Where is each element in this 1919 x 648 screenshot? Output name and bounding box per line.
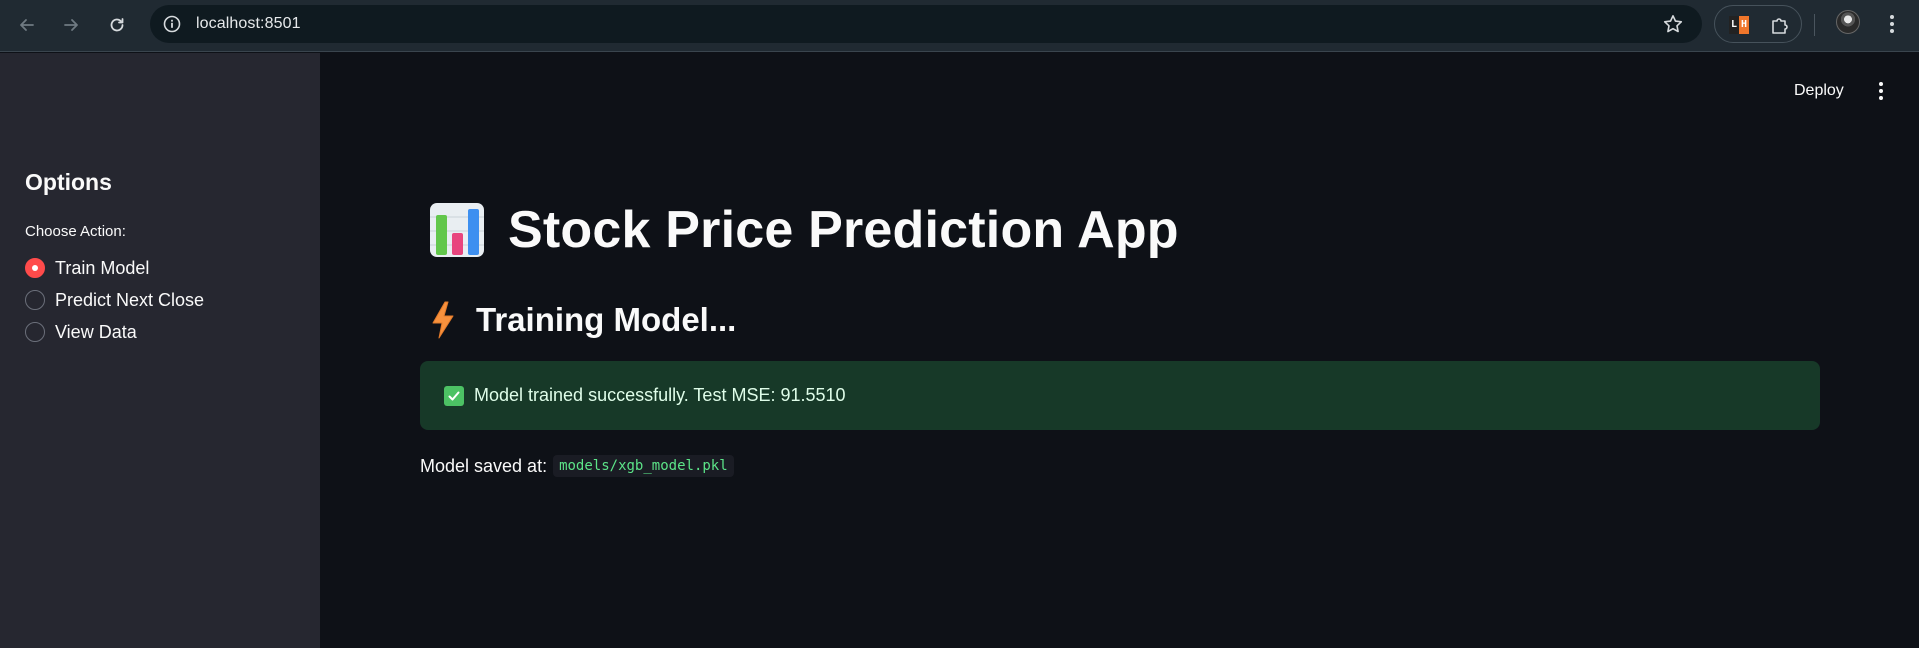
profile-avatar-icon[interactable] xyxy=(1836,10,1860,34)
lighthouse-glyph-l: L xyxy=(1729,16,1739,34)
saved-label: Model saved at: xyxy=(420,455,548,476)
radio-unchecked-icon[interactable] xyxy=(25,322,45,342)
model-saved-row: Model saved at: models/xgb_model.pkl xyxy=(420,453,734,479)
forward-arrow-icon xyxy=(64,19,78,31)
puzzle-icon[interactable] xyxy=(1769,14,1791,36)
page-title-row: Stock Price Prediction App xyxy=(428,198,1179,262)
radio-group-label: Choose Action: xyxy=(25,223,126,240)
radio-option-train-model[interactable]: Train Model xyxy=(25,256,149,280)
browser-menu-button[interactable] xyxy=(1882,12,1902,36)
bar-chart-icon xyxy=(430,203,484,257)
reload-button[interactable] xyxy=(102,10,132,40)
main-menu-button[interactable] xyxy=(1870,80,1892,102)
toolbar-divider xyxy=(1814,14,1815,36)
browser-toolbar: localhost:8501 L H xyxy=(0,0,1919,52)
success-message: Model trained successfully. Test MSE: 91… xyxy=(474,385,846,405)
extensions-group: L H xyxy=(1714,5,1802,43)
lighthouse-icon[interactable]: L H xyxy=(1729,16,1749,34)
deploy-button[interactable]: Deploy xyxy=(1784,78,1854,104)
lightning-icon xyxy=(432,301,454,339)
radio-option-label: View Data xyxy=(55,321,137,342)
page-title: Stock Price Prediction App xyxy=(508,201,1179,259)
address-bar[interactable]: localhost:8501 xyxy=(150,5,1702,43)
forward-button[interactable] xyxy=(56,10,86,40)
check-mark-icon xyxy=(444,385,464,406)
model-path-code: models/xgb_model.pkl xyxy=(553,455,734,477)
radio-unchecked-icon[interactable] xyxy=(25,290,45,310)
radio-option-predict-next-close[interactable]: Predict Next Close xyxy=(25,288,204,312)
back-arrow-icon xyxy=(20,19,34,31)
url-text[interactable]: localhost:8501 xyxy=(196,15,301,33)
back-button[interactable] xyxy=(12,10,42,40)
lighthouse-glyph-h: H xyxy=(1739,16,1749,34)
radio-option-label: Predict Next Close xyxy=(55,289,205,310)
site-info-icon[interactable] xyxy=(160,12,184,36)
reload-icon xyxy=(110,18,124,32)
star-icon[interactable] xyxy=(1662,13,1684,35)
subheader: Training Model... xyxy=(476,301,737,338)
success-alert: Model trained successfully. Test MSE: 91… xyxy=(420,361,1820,430)
subheader-row: Training Model... xyxy=(428,298,736,342)
radio-option-view-data[interactable]: View Data xyxy=(25,320,137,344)
sidebar-title: Options xyxy=(25,169,112,195)
radio-option-label: Train Model xyxy=(55,257,150,278)
radio-checked-icon[interactable] xyxy=(25,258,45,278)
sidebar: Options Choose Action: Train Model Predi… xyxy=(0,53,320,648)
